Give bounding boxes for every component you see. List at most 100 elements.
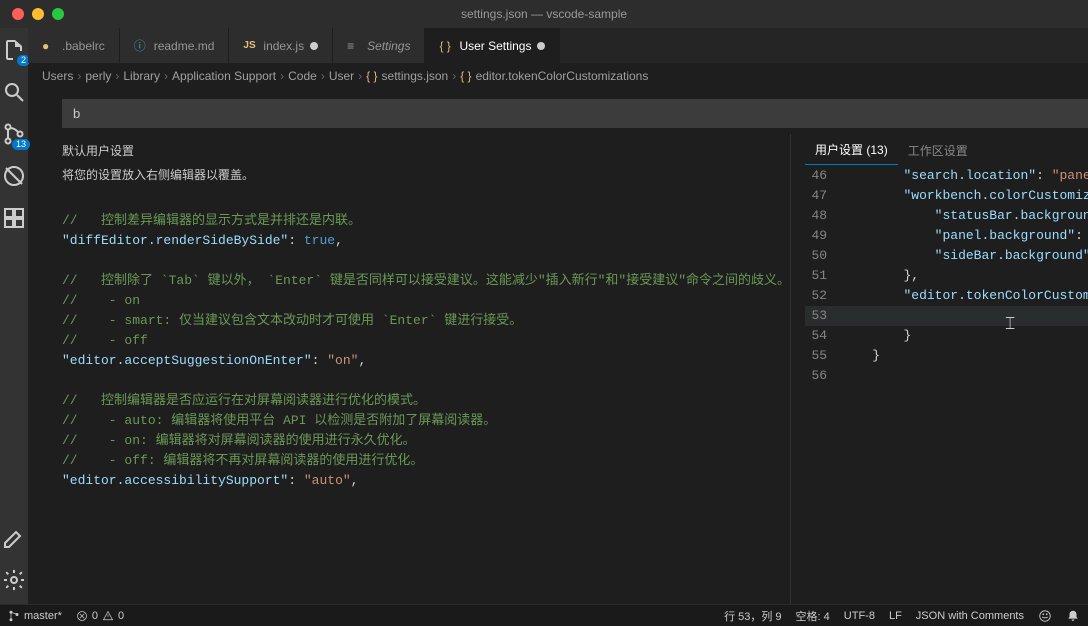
scm-icon[interactable]: 13: [0, 120, 28, 148]
breadcrumb-segment[interactable]: perly: [85, 69, 111, 83]
editor-tab[interactable]: ≡ Settings: [333, 28, 425, 63]
chevron-right-icon: ›: [280, 69, 284, 83]
json-icon: { }: [366, 69, 377, 83]
eol-status[interactable]: LF: [889, 610, 902, 622]
user-settings-pane: 用户设置 (13)工作区设置 46 "search.location": "pa…: [791, 134, 1088, 604]
code-line: 56: [805, 366, 1088, 386]
code-line: 46 "search.location": "panel",: [805, 166, 1088, 186]
json-icon: { }: [460, 69, 471, 83]
default-settings-title: 默认用户设置: [28, 134, 790, 166]
status-bar: master* 0 0 行 53，列 9 空格: 4 UTF-8 LF JSON…: [0, 604, 1088, 626]
notifications-icon[interactable]: [1066, 609, 1080, 623]
default-settings-pane: 默认用户设置 将您的设置放入右侧编辑器以覆盖。 // 控制差异编辑器的显示方式是…: [28, 134, 791, 604]
problems-status[interactable]: 0 0: [76, 610, 124, 622]
text-cursor-icon: ⌶: [1005, 316, 1015, 336]
code-line: // - smart: 仅当建议包含文本改动时才可使用 `Enter` 键进行接…: [62, 311, 790, 331]
code-line: 53: [805, 306, 1088, 326]
debug-icon[interactable]: [0, 162, 28, 190]
line-number: 47: [805, 186, 841, 206]
editor-tab[interactable]: { } User Settings: [425, 28, 560, 63]
minimize-window-button[interactable]: [32, 8, 44, 20]
code-line: // - off: 编辑器将不再对屏幕阅读器的使用进行优化。: [62, 451, 790, 471]
breadcrumb-segment[interactable]: User: [329, 69, 354, 83]
code-line: "diffEditor.renderSideBySide": true,: [62, 231, 790, 251]
code-line: // 控制差异编辑器的显示方式是并排还是内联。: [62, 211, 790, 231]
settings-scope-tabs: 用户设置 (13)工作区设置: [791, 134, 1088, 166]
edit-icon[interactable]: [0, 524, 28, 552]
feedback-icon[interactable]: [1038, 609, 1052, 623]
explorer-icon[interactable]: 2: [0, 36, 28, 64]
line-number: 53: [805, 306, 841, 326]
code-line: 47 "workbench.colorCustomizations": {: [805, 186, 1088, 206]
traffic-lights: [0, 8, 64, 20]
settings-search-row: 找到 404 个设置: [28, 89, 1088, 134]
code-line: [62, 191, 790, 211]
breadcrumb-symbol[interactable]: { } editor.tokenColorCustomizations: [460, 69, 648, 83]
search-icon[interactable]: [0, 78, 28, 106]
chevron-right-icon: ›: [164, 69, 168, 83]
chevron-right-icon: ›: [358, 69, 362, 83]
activity-bar: 2 13: [0, 28, 28, 604]
code-line: // - on: 编辑器将对屏幕阅读器的使用进行永久优化。: [62, 431, 790, 451]
chevron-right-icon: ›: [452, 69, 456, 83]
settings-scope-tab[interactable]: 工作区设置: [898, 136, 978, 165]
chevron-right-icon: ›: [321, 69, 325, 83]
line-number: 56: [805, 366, 841, 386]
dirty-indicator: [310, 42, 318, 50]
settings-gear-icon[interactable]: [0, 566, 28, 594]
breadcrumb-segment[interactable]: Code: [288, 69, 317, 83]
editor-tab[interactable]: JSindex.js: [229, 28, 333, 63]
editor-tab[interactable]: ⓘ readme.md: [120, 28, 230, 63]
line-number: 50: [805, 246, 841, 266]
code-line: "editor.acceptSuggestionOnEnter": "on",: [62, 351, 790, 371]
indent-status[interactable]: 空格: 4: [796, 608, 830, 624]
code-line: 49 "panel.background": "#555555",: [805, 226, 1088, 246]
default-settings-code[interactable]: // 控制差异编辑器的显示方式是并排还是内联。"diffEditor.rende…: [28, 191, 790, 604]
tab-label: User Settings: [459, 39, 531, 53]
cursor-position-status[interactable]: 行 53，列 9: [724, 608, 781, 624]
code-line: // 控制除了 `Tab` 键以外， `Enter` 键是否同样可以接受建议。这…: [62, 271, 790, 291]
code-line: "editor.accessibilitySupport": "auto",: [62, 471, 790, 491]
line-number: 46: [805, 166, 841, 186]
tab-label: Settings: [367, 39, 410, 53]
breadcrumb-segment[interactable]: Users: [42, 69, 73, 83]
line-number: 48: [805, 206, 841, 226]
scm-badge: 13: [12, 139, 30, 150]
settings-icon: ≡: [347, 39, 361, 53]
chevron-right-icon: ›: [77, 69, 81, 83]
dirty-indicator: [537, 42, 545, 50]
tab-label: .babelrc: [62, 39, 105, 53]
language-status[interactable]: JSON with Comments: [916, 610, 1024, 622]
info-icon: ⓘ: [134, 39, 148, 53]
encoding-status[interactable]: UTF-8: [844, 610, 875, 622]
settings-search-input[interactable]: [62, 99, 1088, 128]
line-number: 54: [805, 326, 841, 346]
json-icon: { }: [439, 39, 453, 53]
close-window-button[interactable]: [12, 8, 24, 20]
maximize-window-button[interactable]: [52, 8, 64, 20]
extensions-icon[interactable]: [0, 204, 28, 232]
breadcrumb-file[interactable]: { } settings.json: [366, 69, 448, 83]
editor-tabs: ● .babelrc ⓘ readme.md JSindex.js ≡ Settings { …: [28, 28, 1088, 63]
user-settings-code[interactable]: 46 "search.location": "panel",47 "workbe…: [791, 166, 1088, 604]
window-title: settings.json — vscode-sample: [461, 7, 627, 21]
code-line: [62, 251, 790, 271]
line-number: 55: [805, 346, 841, 366]
code-line: 54 }: [805, 326, 1088, 346]
chevron-right-icon: ›: [115, 69, 119, 83]
tab-label: readme.md: [154, 39, 215, 53]
breadcrumbs[interactable]: Users › perly › Library › Application Support ›…: [28, 63, 1088, 89]
titlebar: settings.json — vscode-sample: [0, 0, 1088, 28]
breadcrumb-segment[interactable]: Application Support: [172, 69, 276, 83]
code-line: 50 "sideBar.background": "#444444": [805, 246, 1088, 266]
code-line: 51 },: [805, 266, 1088, 286]
branch-status[interactable]: master*: [8, 610, 62, 622]
code-line: // - auto: 编辑器将使用平台 API 以检测是否附加了屏幕阅读器。: [62, 411, 790, 431]
code-line: // - on: [62, 291, 790, 311]
editor-tab[interactable]: ● .babelrc: [28, 28, 120, 63]
babel-icon: ●: [42, 39, 56, 53]
breadcrumb-segment[interactable]: Library: [123, 69, 160, 83]
default-settings-subtitle: 将您的设置放入右侧编辑器以覆盖。: [28, 166, 790, 191]
settings-scope-tab[interactable]: 用户设置 (13): [805, 135, 898, 165]
tab-label: index.js: [263, 39, 304, 53]
